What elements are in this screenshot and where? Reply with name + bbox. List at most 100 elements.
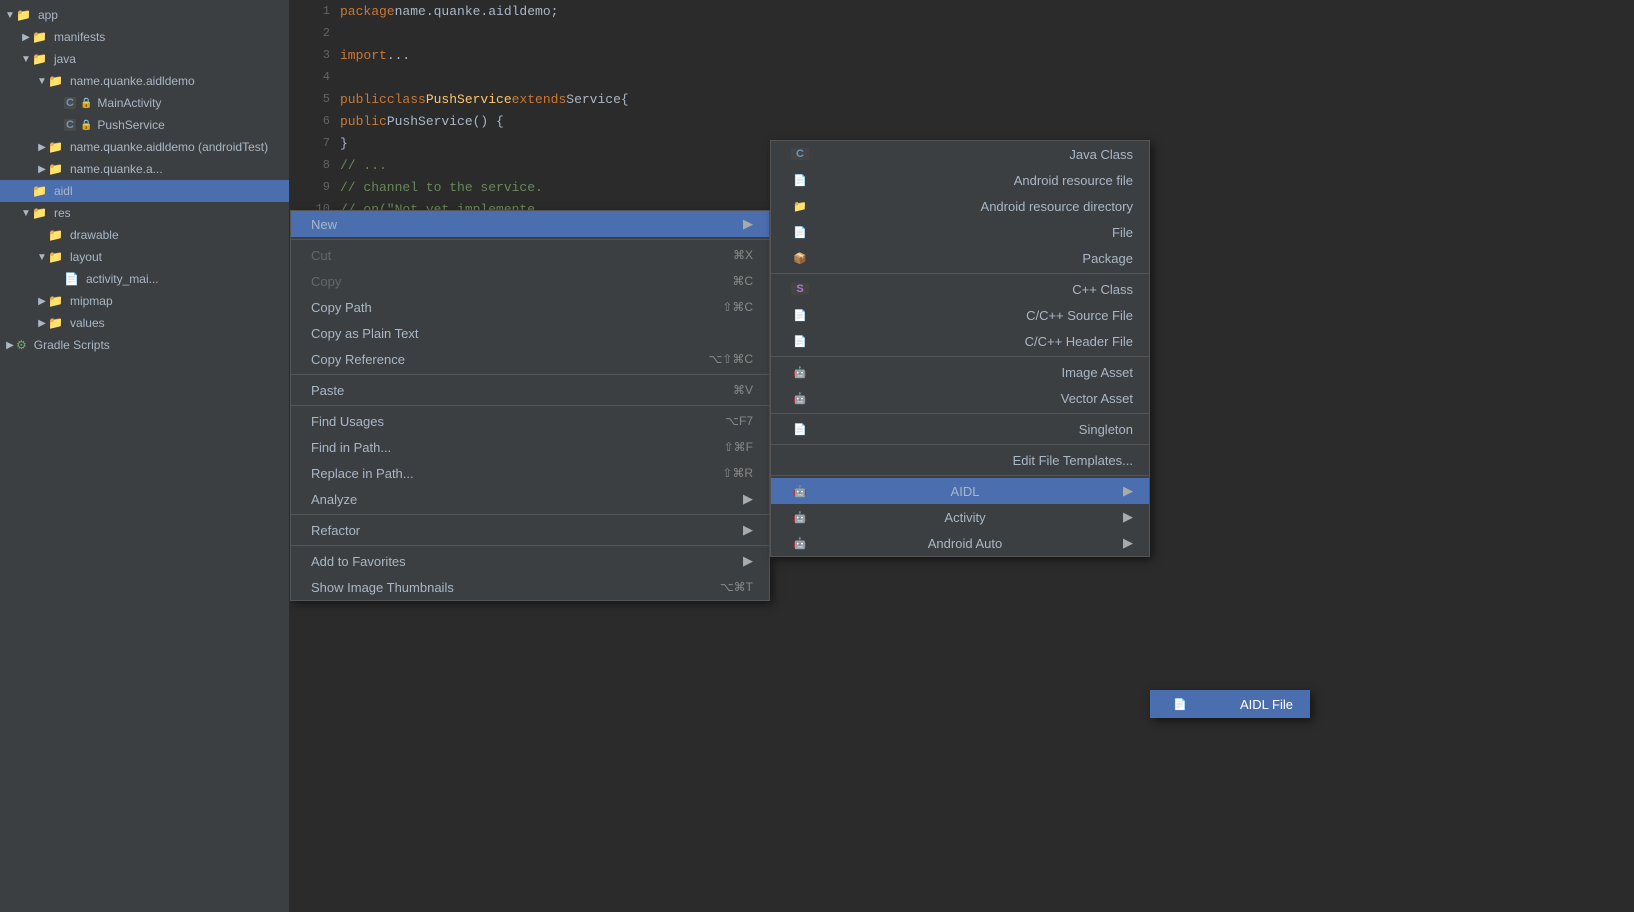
new-submenu-item-aidl[interactable]: 🤖AIDL▶ [771,478,1149,504]
code-token: package [340,4,395,19]
menu-item-copy[interactable]: Copy⌘C [291,268,769,294]
menu-item-label: Paste [311,383,344,398]
android-icon: 🤖 [791,537,809,550]
tree-item-app[interactable]: ▼📁app [0,4,289,26]
tree-item-mipmap[interactable]: ▶📁mipmap [0,290,289,312]
new-submenu-item-c-c---header-file[interactable]: 📄C/C++ Header File [771,328,1149,354]
menu-item-new[interactable]: New▶ [291,211,769,237]
file-icon: 📄 [791,309,809,322]
menu-item-copy-path[interactable]: Copy Path⇧⌘C [291,294,769,320]
code-token: Service [566,92,621,107]
line-number: 1 [290,4,330,18]
folder-icon: 📁 [48,162,63,176]
menu-item-label: New [311,217,337,232]
tree-arrow: ▶ [20,32,32,43]
menu-shortcut: ⇧⌘R [722,466,753,480]
folder-icon: 📁 [48,74,63,88]
submenu-arrow: ▶ [1123,509,1133,525]
tree-item-name-quanke-a---[interactable]: ▶📁name.quanke.a... [0,158,289,180]
tree-label: Gradle Scripts [34,338,110,352]
new-submenu-item-vector-asset[interactable]: 🤖Vector Asset [771,385,1149,411]
menu-item-find-in-path---[interactable]: Find in Path...⇧⌘F [291,434,769,460]
tree-item-values[interactable]: ▶📁values [0,312,289,334]
new-submenu-label: Package [1082,251,1133,266]
menu-item-copy-as-plain-text[interactable]: Copy as Plain Text [291,320,769,346]
lock-icon: 🔒 [80,120,92,131]
menu-shortcut: ⌥⌘T [720,580,753,594]
submenu-arrow: ▶ [743,553,753,569]
new-submenu-item-image-asset[interactable]: 🤖Image Asset [771,359,1149,385]
context-menu[interactable]: New▶Cut⌘XCopy⌘CCopy Path⇧⌘CCopy as Plain… [290,210,770,601]
new-submenu-item-activity[interactable]: 🤖Activity▶ [771,504,1149,530]
tree-label: values [70,316,105,330]
new-submenu-item-edit-file-templates---[interactable]: Edit File Templates... [771,447,1149,473]
aidl-file-icon: 📄 [1171,698,1189,711]
aidl-submenu[interactable]: 📄AIDL File [1150,690,1310,718]
tree-item-drawable[interactable]: 📁drawable [0,224,289,246]
code-token: name.quanke.aidldemo; [395,4,559,19]
submenu-arrow: ▶ [743,522,753,538]
menu-item-cut[interactable]: Cut⌘X [291,242,769,268]
tree-label: name.quanke.a... [70,162,163,176]
menu-item-add-to-favorites[interactable]: Add to Favorites ▶ [291,548,769,574]
tree-item-res[interactable]: ▼📁res [0,202,289,224]
tree-label: layout [70,250,102,264]
tree-item-name-quanke-aidldemo--androidtest-[interactable]: ▶📁name.quanke.aidldemo (androidTest) [0,136,289,158]
tree-arrow: ▶ [36,318,48,329]
tree-label: aidl [54,184,73,198]
menu-item-paste[interactable]: Paste⌘V [291,377,769,403]
folder-icon: 📁 [32,206,47,220]
menu-item-copy-reference[interactable]: Copy Reference⌥⇧⌘C [291,346,769,372]
tree-item-java[interactable]: ▼📁java [0,48,289,70]
menu-separator [291,405,769,406]
code-token: // channel to the service. [340,180,543,195]
tree-arrow: ▼ [20,54,32,65]
new-submenu-item-singleton[interactable]: 📄Singleton [771,416,1149,442]
android-icon: 🤖 [791,366,809,379]
code-token: { [621,92,629,107]
tree-item-manifests[interactable]: ▶📁 manifests [0,26,289,48]
tree-item-name-quanke-aidldemo[interactable]: ▼📁name.quanke.aidldemo [0,70,289,92]
tree-label: activity_mai... [86,272,159,286]
tree-label: name.quanke.aidldemo [70,74,195,88]
menu-item-show-image-thumbnails[interactable]: Show Image Thumbnails ⌥⌘T [291,574,769,600]
menu-item-label: Add to Favorites [311,554,406,569]
menu-shortcut: ⌥F7 [725,414,753,428]
menu-item-label: Find in Path... [311,440,391,455]
menu-item-label: Refactor [311,523,360,538]
tree-arrow: ▼ [36,252,48,263]
new-submenu-label: C/C++ Source File [1026,308,1133,323]
tree-item-gradle-scripts[interactable]: ▶⚙Gradle Scripts [0,334,289,356]
new-submenu-label: AIDL [951,484,980,499]
code-token: PushService() { [387,114,504,129]
tree-label: manifests [54,30,105,44]
menu-item-label: Replace in Path... [311,466,414,481]
tree-item-activity-mai---[interactable]: 📄activity_mai... [0,268,289,290]
new-submenu-item-c-c---source-file[interactable]: 📄 C/C++ Source File [771,302,1149,328]
menu-separator [771,273,1149,274]
menu-item-replace-in-path---[interactable]: Replace in Path... ⇧⌘R [291,460,769,486]
tree-item-layout[interactable]: ▼📁layout [0,246,289,268]
new-submenu-item-package[interactable]: 📦Package [771,245,1149,271]
menu-item-find-usages[interactable]: Find Usages⌥F7 [291,408,769,434]
menu-item-analyze[interactable]: Analyze▶ [291,486,769,512]
code-token: PushService [426,92,512,107]
tree-label: mipmap [70,294,113,308]
new-submenu-item-file[interactable]: 📄File [771,219,1149,245]
menu-item-label: Show Image Thumbnails [311,580,454,595]
folder-icon: 📁 [32,30,47,44]
new-submenu-item-c---class[interactable]: SC++ Class [771,276,1149,302]
new-submenu-item-android-auto[interactable]: 🤖Android Auto▶ [771,530,1149,556]
file-icon: 📄 [791,226,809,239]
menu-item-refactor[interactable]: Refactor ▶ [291,517,769,543]
project-sidebar: ▼📁app▶📁manifests▼📁java▼📁name.quanke.aidl… [0,0,290,912]
tree-item-aidl[interactable]: 📁aidl [0,180,289,202]
code-editor: 1package name.quanke.aidldemo;23import .… [290,0,1634,912]
aidl-submenu-item-aidl-file[interactable]: 📄AIDL File [1151,691,1309,717]
tree-item-pushservice[interactable]: C 🔒PushService [0,114,289,136]
new-submenu-label: Activity [944,510,985,525]
menu-item-label: Copy Path [311,300,372,315]
new-submenu-label: Android Auto [928,536,1002,551]
tree-item-mainactivity[interactable]: C 🔒MainActivity [0,92,289,114]
folder-icon: 📁 [48,294,63,308]
